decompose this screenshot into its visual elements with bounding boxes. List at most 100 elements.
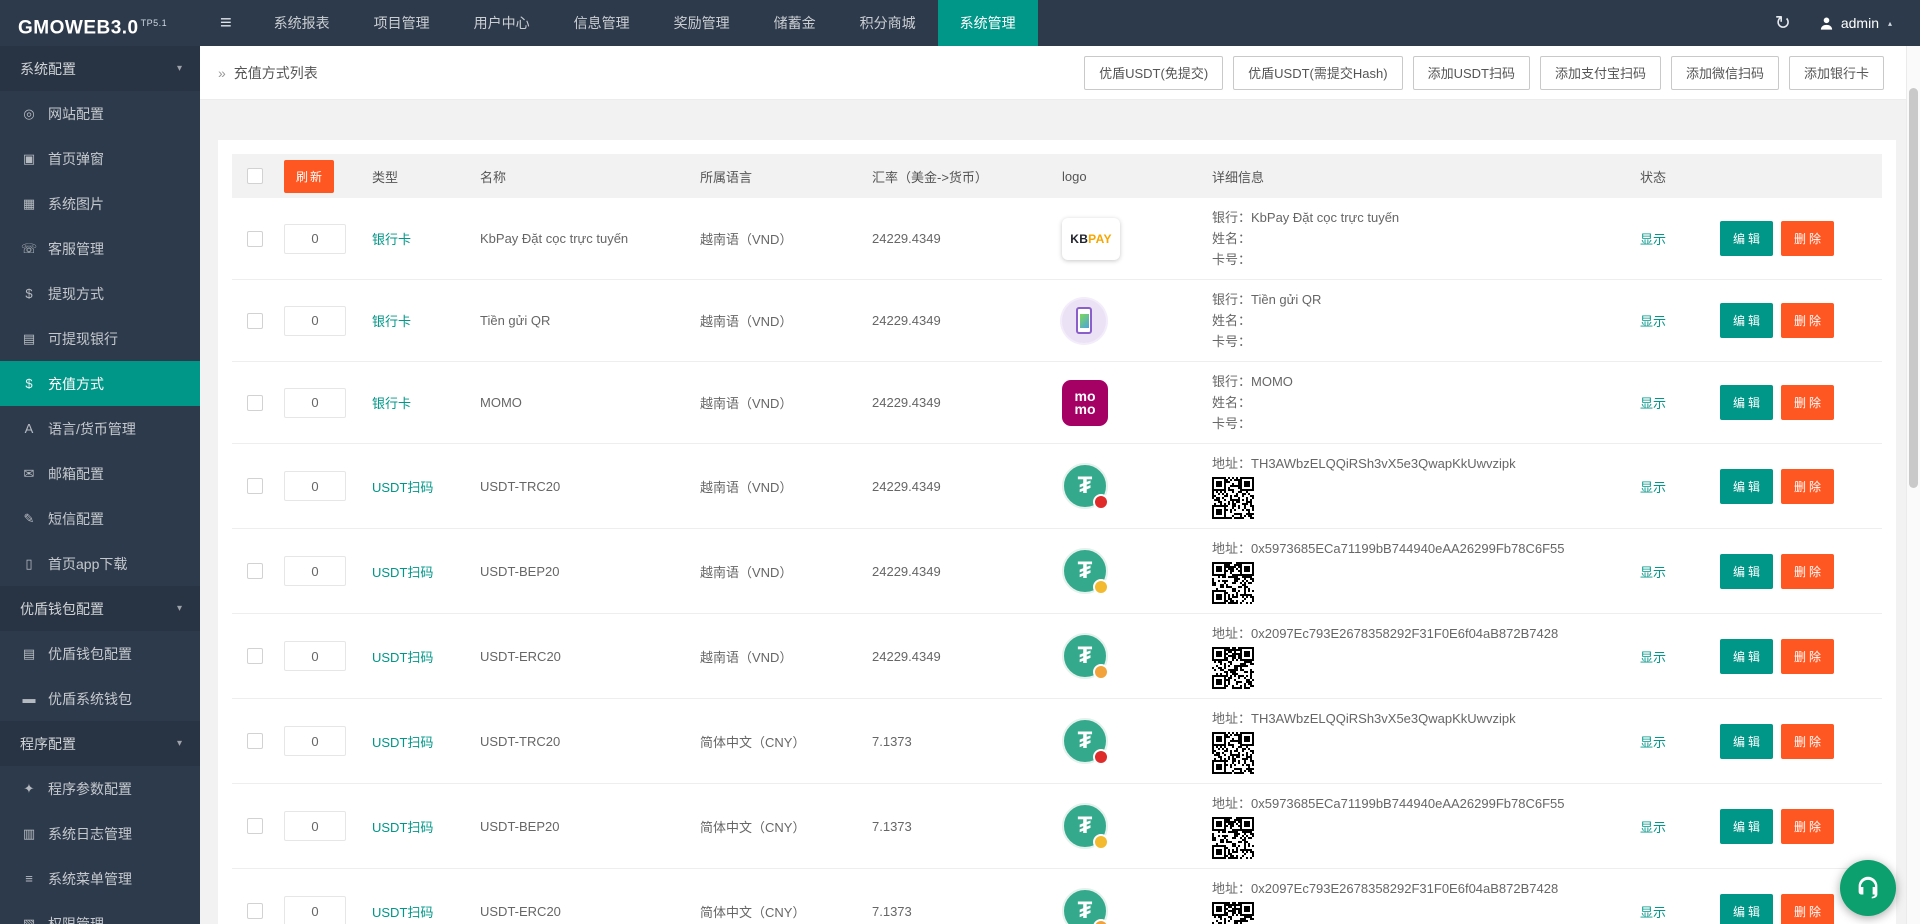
sidebar-item[interactable]: $ 充值方式	[0, 361, 200, 406]
sidebar-item[interactable]: ✦ 程序参数配置	[0, 766, 200, 811]
sort-input[interactable]	[284, 726, 346, 756]
toolbar-button[interactable]: 优盾USDT(免提交)	[1084, 56, 1223, 90]
sidebar-item[interactable]: ◎ 网站配置	[0, 91, 200, 136]
sort-input[interactable]	[284, 224, 346, 254]
support-button[interactable]	[1840, 860, 1896, 916]
top-nav-item[interactable]: 用户中心	[452, 0, 552, 46]
row-checkbox[interactable]	[247, 903, 263, 919]
top-nav-item[interactable]: 信息管理	[552, 0, 652, 46]
sidebar-group-header[interactable]: 系统配置 ▾	[0, 46, 200, 91]
status-toggle[interactable]: 显示	[1640, 232, 1666, 247]
sort-input[interactable]	[284, 641, 346, 671]
name-cell: USDT-BEP20	[474, 564, 694, 579]
refresh-button[interactable]: 刷新	[284, 160, 334, 193]
row-checkbox[interactable]	[247, 563, 263, 579]
table-header-row: 刷新 类型 名称 所属语言 汇率（美金->货币） logo 详细信息 状态	[232, 154, 1882, 198]
sidebar-item[interactable]: ☏ 客服管理	[0, 226, 200, 271]
sidebar-item[interactable]: ✎ 短信配置	[0, 496, 200, 541]
sidebar-item[interactable]: A 语言/货币管理	[0, 406, 200, 451]
status-toggle[interactable]: 显示	[1640, 480, 1666, 495]
status-toggle[interactable]: 显示	[1640, 396, 1666, 411]
row-checkbox[interactable]	[247, 313, 263, 329]
sidebar-item[interactable]: ✉ 邮箱配置	[0, 451, 200, 496]
sidebar-item[interactable]: ▬ 优盾系统钱包	[0, 676, 200, 721]
detail-line: 姓名：	[1212, 228, 1624, 249]
status-toggle[interactable]: 显示	[1640, 314, 1666, 329]
sidebar-item[interactable]: ≡ 系统菜单管理	[0, 856, 200, 901]
delete-button[interactable]: 删除	[1781, 221, 1834, 256]
scrollbar-thumb[interactable]	[1909, 88, 1918, 488]
toolbar-button[interactable]: 添加微信扫码	[1671, 56, 1779, 90]
sidebar-item[interactable]: ▤ 可提现银行	[0, 316, 200, 361]
status-toggle[interactable]: 显示	[1640, 905, 1666, 920]
hamburger-icon[interactable]: ≡	[200, 0, 252, 46]
toolbar-button[interactable]: 添加USDT扫码	[1413, 56, 1530, 90]
status-toggle[interactable]: 显示	[1640, 565, 1666, 580]
top-nav-item[interactable]: 项目管理	[352, 0, 452, 46]
row-checkbox[interactable]	[247, 231, 263, 247]
sort-input[interactable]	[284, 556, 346, 586]
toolbar-button[interactable]: 添加支付宝扫码	[1540, 56, 1661, 90]
row-checkbox[interactable]	[247, 648, 263, 664]
delete-button[interactable]: 删除	[1781, 469, 1834, 504]
sidebar-item[interactable]: ▥ 系统日志管理	[0, 811, 200, 856]
sort-input[interactable]	[284, 811, 346, 841]
col-header-language: 所属语言	[694, 167, 866, 186]
edit-button[interactable]: 编辑	[1720, 894, 1773, 924]
top-nav-item[interactable]: 系统管理	[938, 0, 1038, 46]
edit-button[interactable]: 编辑	[1720, 809, 1773, 844]
top-nav-item[interactable]: 奖励管理	[652, 0, 752, 46]
delete-button[interactable]: 删除	[1781, 894, 1834, 924]
qr-code	[1212, 562, 1254, 604]
sort-input[interactable]	[284, 306, 346, 336]
edit-button[interactable]: 编辑	[1720, 469, 1773, 504]
edit-button[interactable]: 编辑	[1720, 303, 1773, 338]
select-all-checkbox[interactable]	[247, 168, 263, 184]
status-toggle[interactable]: 显示	[1640, 820, 1666, 835]
edit-button[interactable]: 编辑	[1720, 221, 1773, 256]
row-checkbox[interactable]	[247, 478, 263, 494]
sort-input[interactable]	[284, 471, 346, 501]
edit-button[interactable]: 编辑	[1720, 724, 1773, 759]
delete-button[interactable]: 删除	[1781, 639, 1834, 674]
toolbar-button[interactable]: 添加银行卡	[1789, 56, 1884, 90]
delete-button[interactable]: 删除	[1781, 303, 1834, 338]
status-toggle[interactable]: 显示	[1640, 650, 1666, 665]
detail-line: 银行：KbPay Đặt cọc trực tuyến	[1212, 207, 1624, 228]
status-toggle[interactable]: 显示	[1640, 735, 1666, 750]
delete-button[interactable]: 删除	[1781, 554, 1834, 589]
sidebar-group-header[interactable]: 优盾钱包配置 ▾	[0, 586, 200, 631]
edit-button[interactable]: 编辑	[1720, 639, 1773, 674]
delete-button[interactable]: 删除	[1781, 724, 1834, 759]
type-label: 银行卡	[372, 232, 411, 247]
detail-line: 卡号：	[1212, 413, 1624, 434]
delete-button[interactable]: 删除	[1781, 385, 1834, 420]
sidebar-group-header[interactable]: 程序配置 ▾	[0, 721, 200, 766]
row-checkbox[interactable]	[247, 395, 263, 411]
user-menu[interactable]: admin ▴	[1819, 15, 1892, 31]
sidebar-item[interactable]: ▤ 优盾钱包配置	[0, 631, 200, 676]
edit-button[interactable]: 编辑	[1720, 385, 1773, 420]
sidebar-item[interactable]: ▯ 首页app下载	[0, 541, 200, 586]
sidebar-item[interactable]: ▣ 首页弹窗	[0, 136, 200, 181]
delete-button[interactable]: 删除	[1781, 809, 1834, 844]
sort-input[interactable]	[284, 896, 346, 924]
edit-button[interactable]: 编辑	[1720, 554, 1773, 589]
sidebar-item[interactable]: ▦ 系统图片	[0, 181, 200, 226]
toolbar-button[interactable]: 优盾USDT(需提交Hash)	[1233, 56, 1402, 90]
qr-code	[1212, 647, 1254, 689]
top-nav-item[interactable]: 积分商城	[838, 0, 938, 46]
tether-symbol: ₮	[1078, 899, 1093, 923]
sidebar-item[interactable]: $ 提现方式	[0, 271, 200, 316]
refresh-icon[interactable]: ↻	[1775, 14, 1791, 33]
sort-input[interactable]	[284, 388, 346, 418]
sidebar-item[interactable]: ▧ 权限管理	[0, 901, 200, 924]
name-cell: KbPay Đặt cọc trực tuyến	[474, 231, 694, 246]
rate-cell: 24229.4349	[866, 649, 1056, 664]
details-cell: 银行：KbPay Đặt cọc trực tuyến姓名：卡号：	[1212, 207, 1624, 270]
top-nav-item[interactable]: 系统报表	[252, 0, 352, 46]
top-nav-item[interactable]: 储蓄金	[752, 0, 838, 46]
row-checkbox[interactable]	[247, 733, 263, 749]
table-row: USDT扫码 USDT-TRC20 越南语（VND） 24229.4349 ₮ …	[232, 444, 1882, 529]
row-checkbox[interactable]	[247, 818, 263, 834]
